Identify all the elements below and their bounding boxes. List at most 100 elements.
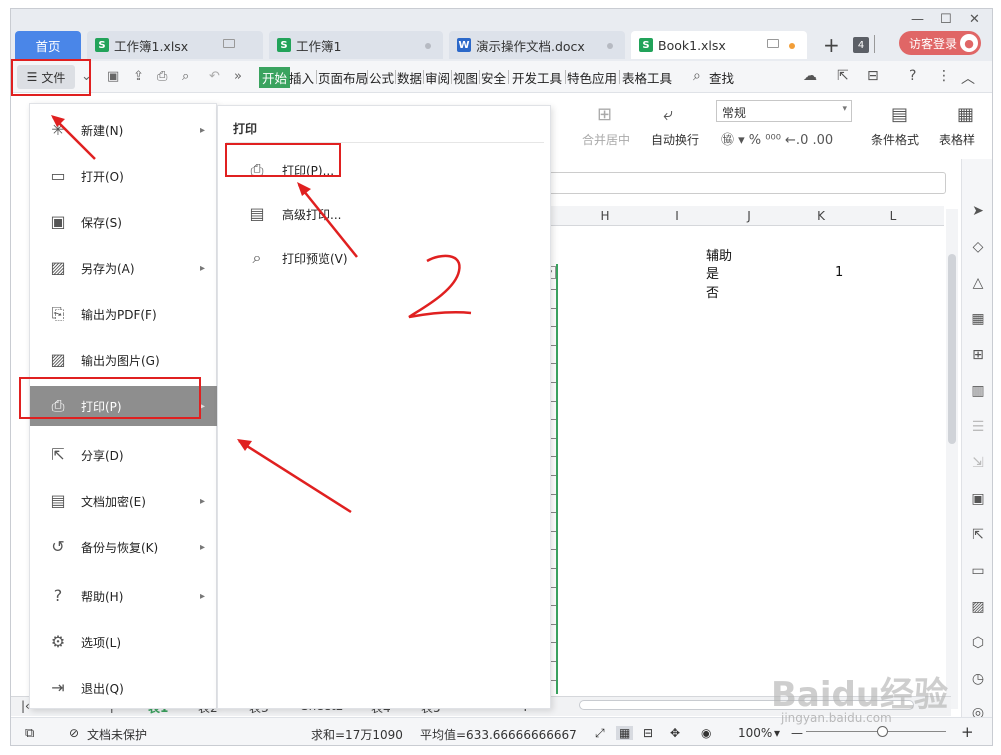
protect-status[interactable]: 文档未保护 [87, 726, 147, 743]
scrollbar-thumb[interactable] [948, 254, 956, 444]
zoom-in-icon[interactable]: + [961, 723, 974, 741]
column-header[interactable]: L [857, 209, 929, 223]
tab-security[interactable]: 安全 [481, 68, 506, 87]
export-icon[interactable]: ⇪ [133, 69, 144, 84]
login-button[interactable]: 访客登录 ● [899, 31, 981, 55]
tab-view[interactable]: 视图 [453, 68, 478, 87]
cell-j3[interactable]: 否 [706, 282, 719, 301]
tab-data[interactable]: 数据 [397, 68, 422, 87]
table-icon[interactable]: ▦ [970, 311, 986, 327]
tab-review[interactable]: 审阅 [425, 68, 450, 87]
zoom-out-icon[interactable]: — [791, 726, 803, 740]
page-break-icon[interactable]: ⊟ [643, 726, 653, 740]
tab-count-badge[interactable]: 4 [853, 37, 869, 53]
fill-icon[interactable]: △ [970, 275, 986, 291]
new-tab-button[interactable]: + [823, 33, 840, 57]
file-menu-item[interactable]: ⇥ 退出(Q) [30, 668, 218, 708]
cell-j2[interactable]: 是 [706, 263, 719, 282]
picture-icon[interactable]: ▣ [970, 491, 986, 507]
wrap-text-button[interactable]: 自动换行 [651, 131, 699, 148]
share-side-icon[interactable]: ⇱ [970, 527, 986, 543]
tab-start[interactable]: 开始 [259, 67, 291, 88]
column-header[interactable]: J [713, 209, 785, 223]
file-menu-item[interactable]: ⚙ 选项(L) [30, 622, 218, 662]
tab-demo-docx[interactable]: W 演示操作文档.docx [449, 31, 625, 59]
cursor-icon[interactable]: ➤ [970, 203, 986, 219]
file-menu-item[interactable]: ▨ 输出为图片(G) [30, 340, 218, 380]
normal-view-icon[interactable]: ▦ [616, 726, 634, 740]
file-menu-item[interactable]: ↺ 备份与恢复(K) ▸ [30, 527, 218, 567]
image-icon[interactable]: ▨ [970, 599, 986, 615]
more-options-icon[interactable]: ⋮ [937, 68, 951, 84]
print-quick-icon[interactable]: ⎙ [157, 69, 167, 84]
tab-special[interactable]: 特色应用 [567, 68, 617, 87]
table-style-button[interactable]: 表格样 [939, 131, 975, 148]
protect-icon[interactable]: ⊘ [69, 726, 79, 740]
collab-icon[interactable]: ⊟ [867, 68, 879, 84]
fullscreen-icon[interactable]: ⤢ [595, 726, 605, 741]
tab-home[interactable]: 首页 [15, 31, 81, 59]
maximize-icon[interactable]: ☐ [940, 12, 952, 27]
print-preview-option[interactable]: ⌕ 打印预览(V) [246, 246, 348, 270]
formula-input[interactable] [541, 172, 946, 194]
tab-table-tools[interactable]: 表格工具 [622, 68, 672, 87]
gear-icon: ⚙ [50, 632, 66, 651]
merge-center-button[interactable]: 合并居中 [582, 131, 630, 148]
currency-icon[interactable]: ㊯ ▾ % ⁰⁰⁰ ←.0 .00 [721, 129, 833, 148]
save-quick-icon[interactable]: ▣ [107, 69, 119, 84]
cloud-icon[interactable]: ☁ [803, 68, 817, 84]
tab-developer[interactable]: 开发工具 [512, 68, 562, 87]
column-header[interactable]: K [785, 209, 857, 223]
chart-icon[interactable]: ▥ [970, 383, 986, 399]
search-icon[interactable]: ⌕ [693, 68, 701, 84]
close-window-icon[interactable]: ✕ [969, 12, 980, 27]
file-menu-item[interactable]: ▭ 打开(O) [30, 156, 218, 196]
grid-icon[interactable]: ⊞ [970, 347, 986, 363]
zoom-level[interactable]: 100% [738, 726, 772, 740]
zoom-slider-handle[interactable] [877, 726, 888, 737]
collapse-ribbon-icon[interactable]: ︿ [961, 68, 975, 88]
minimize-icon[interactable]: — [911, 12, 924, 27]
zoom-slider[interactable] [806, 731, 946, 732]
filter-icon[interactable]: ☰ [970, 419, 986, 435]
history-icon[interactable]: ◷ [970, 671, 986, 687]
tab-workbook1[interactable]: S 工作簿1 [269, 31, 443, 59]
file-menu-item[interactable]: ▨ 另存为(A) ▸ [30, 248, 218, 288]
file-menu-item[interactable]: ▤ 文档加密(E) ▸ [30, 481, 218, 521]
more-icon[interactable]: » [234, 69, 242, 84]
shapes-icon[interactable]: ◇ [970, 239, 986, 255]
conditional-format-button[interactable]: 条件格式 [871, 131, 919, 148]
preview-icon[interactable]: ⌕ [182, 69, 189, 84]
cell-grid[interactable] [541, 226, 944, 704]
file-menu-item[interactable]: ✳ 新建(N) ▸ [30, 110, 218, 150]
tab-book1-xlsx[interactable]: S Book1.xlsx [631, 31, 807, 59]
search-label[interactable]: 查找 [709, 68, 734, 87]
column-header[interactable]: I [641, 209, 713, 223]
file-menu-item[interactable]: ⎘ 输出为PDF(F) [30, 294, 218, 334]
shield-icon[interactable]: ⬡ [970, 635, 986, 651]
help-icon[interactable]: ? [909, 68, 916, 84]
image-icon: ▨ [50, 350, 66, 369]
divider [451, 70, 452, 84]
tab-insert[interactable]: 插入 [289, 68, 314, 87]
macro-icon[interactable]: ⧉ [25, 726, 34, 741]
reading-mode-icon[interactable]: ✥ [670, 726, 680, 740]
column-header[interactable]: H [569, 209, 641, 223]
archive-icon[interactable]: ▭ [970, 563, 986, 579]
eye-protection-icon[interactable]: ◉ [701, 726, 711, 740]
zoom-dropdown-icon[interactable]: ▾ [774, 726, 780, 740]
file-menu-item[interactable]: ⇱ 分享(D) [30, 435, 218, 475]
tab-workbook1-xlsx[interactable]: S 工作簿1.xlsx [87, 31, 263, 59]
cell-k2[interactable]: 1 [835, 265, 843, 280]
tab-page-layout[interactable]: 页面布局 [318, 68, 368, 87]
file-menu-item[interactable]: ▣ 保存(S) [30, 202, 218, 242]
merge-center-icon: ⊞ [597, 104, 613, 125]
advanced-print-option[interactable]: ▤ 高级打印... [246, 202, 341, 226]
export-side-icon[interactable]: ⇲ [970, 455, 986, 471]
cell-j1[interactable]: 辅助 [706, 245, 732, 264]
tab-formula[interactable]: 公式 [369, 68, 394, 87]
undo-icon[interactable]: ↶ [209, 69, 220, 84]
file-menu-item[interactable]: ? 帮助(H) ▸ [30, 576, 218, 616]
number-format-select[interactable]: 常规 ▾ [716, 100, 852, 122]
share-icon[interactable]: ⇱ [837, 68, 849, 84]
